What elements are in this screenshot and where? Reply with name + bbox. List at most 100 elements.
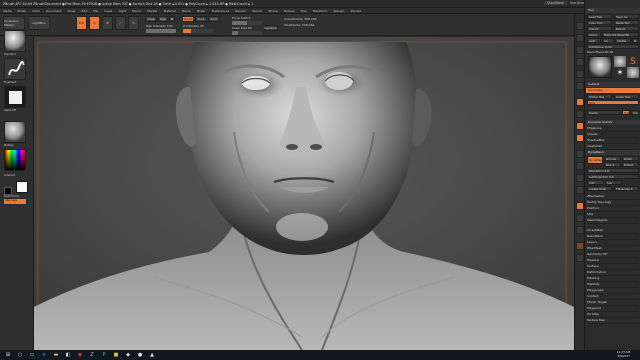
alpha-icon[interactable]	[4, 86, 26, 108]
stroke-icon[interactable]	[4, 58, 26, 80]
document-canvas[interactable]	[34, 37, 574, 350]
higher-res-button[interactable]: Higher Res	[587, 94, 612, 99]
smt-button[interactable]: Smt	[622, 110, 630, 115]
polish-button[interactable]: Polish	[622, 156, 639, 161]
chrome-icon[interactable]: ◉	[76, 351, 84, 359]
divide-button[interactable]: Divide	[587, 110, 621, 115]
scale-button[interactable]: ⤢	[115, 16, 126, 30]
lightbox-button[interactable]: LightBox	[28, 16, 50, 30]
mrgb-button[interactable]: Mrgb	[145, 16, 157, 22]
store-icon[interactable]: ◧	[64, 351, 72, 359]
app-icon-3[interactable]: ▲	[148, 351, 156, 359]
main-color-swatch[interactable]	[16, 181, 28, 193]
thickness-slider[interactable]: Thickness 4	[614, 186, 639, 191]
add-button[interactable]: Add	[587, 180, 604, 185]
subprojection-slider[interactable]: SubProjection 0.6	[587, 174, 639, 179]
sdiv-slider[interactable]: SDiv	[587, 100, 639, 105]
system-clock[interactable]: 11:33 AM 5/8/2017	[617, 350, 630, 358]
menu-stencil[interactable]: Stencil	[252, 9, 262, 13]
rotate-view-button[interactable]	[576, 186, 584, 194]
suv-button[interactable]: Suv	[631, 110, 639, 115]
r-button[interactable]: R	[632, 38, 639, 43]
floor-button[interactable]	[576, 110, 584, 118]
draw-size-slider[interactable]	[232, 31, 262, 35]
solo-button[interactable]	[576, 242, 584, 250]
edit-button[interactable]: Edit	[76, 16, 87, 30]
focal-shift-slider[interactable]	[232, 21, 262, 25]
dynamic-subdiv-section[interactable]: Dynamic Subdiv	[586, 120, 640, 125]
transp-button[interactable]	[576, 214, 584, 222]
app-icon[interactable]: ◆	[124, 351, 132, 359]
head-tool-thumbnail[interactable]	[627, 67, 639, 78]
rotate-button[interactable]: ↻	[128, 16, 139, 30]
quicksave-button[interactable]: QuickSave	[543, 1, 567, 5]
scroll-button[interactable]	[576, 46, 584, 54]
zcut-button[interactable]: Zcut	[208, 16, 220, 22]
edge-browser-icon[interactable]: e	[40, 351, 48, 359]
dynamesh-button[interactable]: DynaMesh	[587, 156, 603, 164]
sub-button[interactable]: Sub	[605, 180, 622, 185]
project-button[interactable]: Project	[622, 162, 639, 167]
export-button[interactable]: Export	[614, 26, 639, 31]
save-as-button[interactable]: Save As	[614, 14, 639, 19]
zadd-button[interactable]: Zadd	[182, 16, 194, 22]
resolution-slider[interactable]: Resolution 512	[587, 168, 639, 173]
bpr-button[interactable]	[576, 22, 584, 30]
sphere-tool-thumbnail[interactable]	[614, 56, 626, 67]
menu-color[interactable]: Color	[32, 9, 40, 13]
menu-light[interactable]: Light	[119, 9, 127, 13]
menu-edit[interactable]: Edit	[81, 9, 87, 13]
menu-stroke[interactable]: Stroke	[268, 9, 278, 13]
draw-button[interactable]: ✎	[89, 16, 100, 30]
clone-button[interactable]: Clone	[587, 32, 601, 37]
import-button[interactable]: Import	[587, 26, 612, 31]
photoshop-icon[interactable]: P	[100, 351, 108, 359]
sculpt-viewport[interactable]	[34, 37, 574, 350]
paste-tool-button[interactable]: Paste Tool	[614, 20, 639, 25]
menu-draw[interactable]: Draw	[68, 9, 76, 13]
menu-layer[interactable]: Layer	[104, 9, 112, 13]
standard-brush-icon[interactable]	[4, 30, 26, 52]
frame-button[interactable]	[576, 150, 584, 158]
app-icon-2[interactable]: ●	[136, 351, 144, 359]
task-view-icon[interactable]: ▭	[28, 351, 36, 359]
xyz-button[interactable]	[576, 134, 584, 142]
zoom-button[interactable]	[576, 58, 584, 66]
folder-icon[interactable]: ■	[112, 351, 120, 359]
groups-button[interactable]: Groups	[604, 156, 621, 161]
menu-zplugin[interactable]: Zplugin	[333, 9, 344, 13]
menu-preferences[interactable]: Preferences	[212, 9, 230, 13]
zsub-button[interactable]: Zsub	[195, 16, 207, 22]
z-intensity-slider[interactable]	[183, 29, 213, 33]
rgb-intensity-slider[interactable]	[146, 29, 176, 33]
move-button[interactable]: ✥	[102, 16, 113, 30]
menu-zscript[interactable]: Zscript	[351, 9, 361, 13]
xpose-button[interactable]	[576, 254, 584, 262]
search-icon[interactable]: ○	[16, 351, 24, 359]
ghost-button[interactable]	[576, 226, 584, 234]
material-icon[interactable]	[4, 121, 26, 143]
aahalf-button[interactable]	[576, 82, 584, 90]
menu-texture[interactable]: Texture	[284, 9, 295, 13]
menu-file[interactable]: File	[93, 9, 98, 13]
menu-tool[interactable]: Tool	[301, 9, 307, 13]
load-tool-button[interactable]: Load Tool	[587, 14, 612, 19]
geometry-section[interactable]: Geometry	[586, 88, 640, 93]
menu-render[interactable]: Render	[235, 9, 246, 13]
move-view-button[interactable]	[576, 162, 584, 170]
blur-slider[interactable]: Blur 2	[604, 162, 621, 167]
menu-document[interactable]: Document	[46, 9, 62, 13]
menu-brush[interactable]: Brush	[18, 9, 27, 13]
menu-transform[interactable]: Transform	[313, 9, 328, 13]
file-explorer-icon[interactable]: ▬	[52, 351, 60, 359]
polyf-button[interactable]	[576, 202, 584, 210]
star-tool-icon[interactable]: ✶	[614, 67, 626, 78]
windows-start-icon[interactable]: ⊞	[4, 351, 12, 359]
menu-picker[interactable]: Picker	[197, 9, 206, 13]
color-picker[interactable]	[4, 149, 26, 171]
rgb-button[interactable]: Rgb	[158, 16, 168, 22]
scale-view-button[interactable]	[576, 174, 584, 182]
menu-macro[interactable]: Macro	[132, 9, 141, 13]
lightbox-tools-button[interactable]: Lightbox ► Tools	[587, 44, 639, 49]
m-button[interactable]: M	[169, 16, 175, 22]
